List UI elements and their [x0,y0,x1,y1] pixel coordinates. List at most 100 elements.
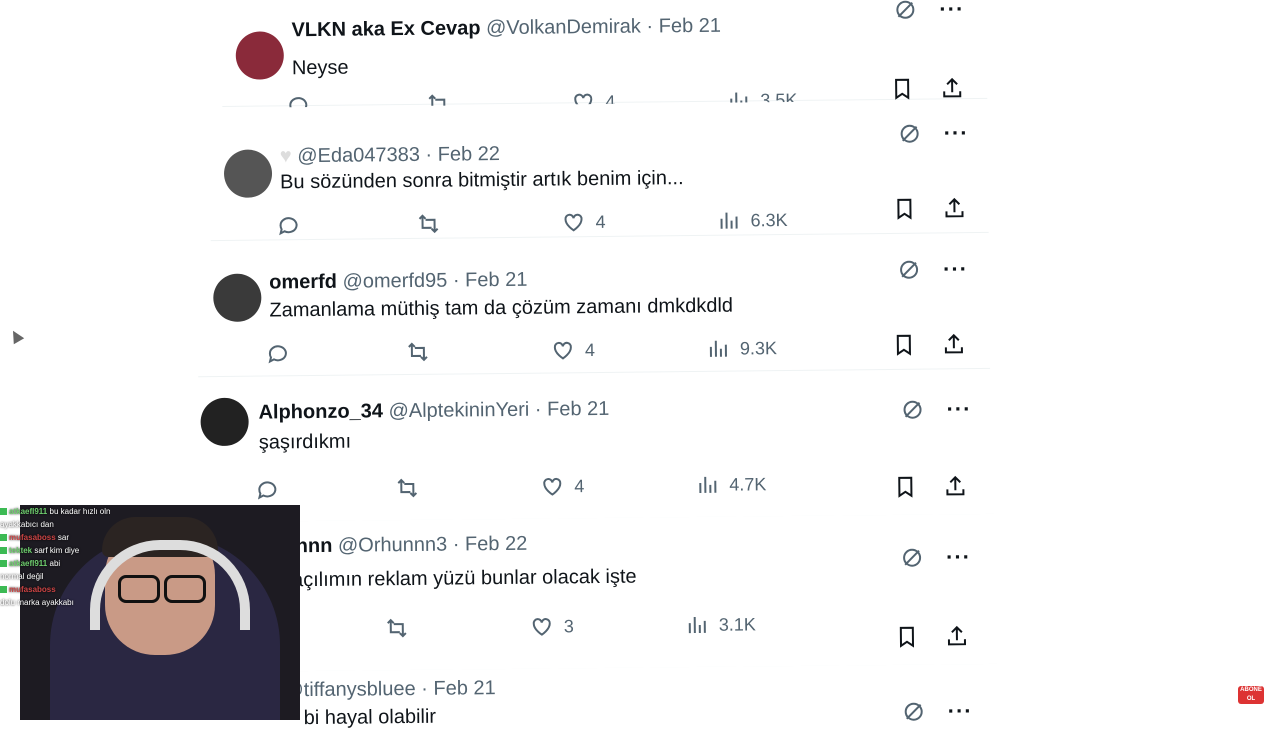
grok-icon[interactable] [893,0,917,22]
heart-icon [530,614,554,638]
post-date[interactable]: Feb 21 [465,269,527,292]
post-text: Bu sözünden sonra bitmiştir artık benim … [280,167,684,194]
views-icon [695,473,719,497]
handle[interactable]: @Eda047383 [297,144,420,167]
avatar[interactable] [200,398,249,447]
heart-emoji-icon: ♥ [280,145,292,167]
display-name[interactable]: omerfd [269,271,337,294]
like-count: 4 [574,476,584,497]
more-icon[interactable]: ··· [944,120,969,146]
post-date[interactable]: Feb 21 [659,15,721,38]
bookmark-icon[interactable] [890,77,914,101]
avatar[interactable] [236,31,285,80]
bookmark-icon[interactable] [892,197,916,221]
display-name[interactable]: Alphonzo_34 [258,400,383,423]
views-icon [716,209,740,233]
bookmark-icon[interactable] [892,333,916,357]
reply-button[interactable] [266,341,290,365]
chat-message: atkaefl911 bu kadar hızlı olması normal … [0,505,110,518]
avatar[interactable] [224,149,273,198]
glasses-right [164,575,206,603]
like-button[interactable]: 4 [551,338,595,362]
repost-icon [395,476,419,500]
repost-button[interactable] [416,212,440,236]
like-button[interactable]: 4 [540,474,584,498]
repost-icon [385,616,409,640]
bookmark-icon[interactable] [893,475,917,499]
like-count: 4 [595,211,605,232]
grok-icon[interactable] [902,700,926,724]
grok-icon[interactable] [897,258,921,282]
post-date[interactable]: Feb 21 [547,398,609,421]
separator: · [421,678,428,700]
avatar[interactable] [213,274,262,323]
more-icon[interactable]: ··· [946,544,971,570]
views-button[interactable]: 3.1K [685,612,756,637]
more-icon[interactable]: ··· [939,0,964,22]
post-date[interactable]: Feb 21 [433,677,495,700]
chat-message: mufasaboss [0,583,110,596]
separator: · [453,269,460,291]
repost-icon [406,340,430,364]
post-text: şaşırdıkmı [259,431,351,455]
post-header: ♥ @Eda047383 · Feb 22 [280,143,500,168]
grok-icon[interactable] [900,546,924,570]
post-date[interactable]: Feb 22 [438,143,500,166]
bookmark-icon[interactable] [895,625,919,649]
subscribe-badge[interactable]: ABONE OL [1238,686,1264,704]
glasses-left [118,575,160,603]
reply-button[interactable] [276,213,300,237]
like-count: 4 [585,340,595,361]
post-text: Zamanlama müthiş tam da çözüm zamanı dmk… [269,295,733,323]
heart-icon [540,474,564,498]
grok-icon[interactable] [898,122,922,146]
repost-button[interactable] [385,616,409,640]
chat-message: dolu marka ayakkabı [0,596,110,609]
view-count: 4.7K [729,474,766,495]
more-icon[interactable]: ··· [946,396,971,422]
reply-icon [266,341,290,365]
post-text: Neyse [292,57,349,81]
handle[interactable]: @VolkanDemirak [486,16,641,40]
reply-icon [255,477,279,501]
view-count: 3.1K [719,614,756,635]
separator: · [425,144,432,166]
chat-message: tektek sarf kim diye [0,544,110,557]
display-name[interactable]: VLKN aka Ex Cevap [291,17,480,41]
reply-post[interactable]: omerfd @omerfd95 · Feb 21 Zamanlama müth… [197,236,990,377]
views-icon [685,613,709,637]
reply-button[interactable] [255,477,279,501]
views-button[interactable]: 6.3K [716,208,787,233]
handle[interactable]: @tiffanysbluee [283,678,415,701]
handle[interactable]: @omerfd95 [342,270,447,293]
share-icon[interactable] [942,196,966,220]
handle[interactable]: @Orhunnn3 [338,534,447,557]
like-button[interactable]: 3 [530,614,574,638]
share-icon[interactable] [945,624,969,648]
repost-icon [416,212,440,236]
chat-badge-icon [0,534,7,541]
post-header: omerfd @omerfd95 · Feb 21 [269,269,527,295]
chat-badge-icon [0,560,7,567]
reply-icon [276,213,300,237]
share-icon[interactable] [943,474,967,498]
views-button[interactable]: 4.7K [695,472,766,497]
repost-button[interactable] [406,340,430,364]
chat-badge-icon [0,586,7,593]
share-icon[interactable] [940,76,964,100]
like-button[interactable]: 4 [561,210,605,234]
views-icon [706,337,730,361]
reply-post[interactable]: ♥ @Eda047383 · Feb 22 Bu sözünden sonra … [209,100,988,241]
heart-icon [561,210,585,234]
grok-icon[interactable] [900,398,924,422]
reply-post[interactable]: Alphonzo_34 @AlptekininYeri · Feb 21 şaş… [184,374,993,523]
reply-post[interactable]: VLKN aka Ex Cevap @VolkanDemirak · Feb 2… [221,0,987,107]
repost-button[interactable] [395,476,419,500]
more-icon[interactable]: ··· [948,698,973,724]
share-icon[interactable] [942,332,966,356]
handle[interactable]: @AlptekininYeri [388,399,529,422]
chat-message: normal değil [0,570,110,583]
more-icon[interactable]: ··· [943,256,968,282]
views-button[interactable]: 9.3K [706,336,777,361]
post-date[interactable]: Feb 22 [465,533,527,556]
